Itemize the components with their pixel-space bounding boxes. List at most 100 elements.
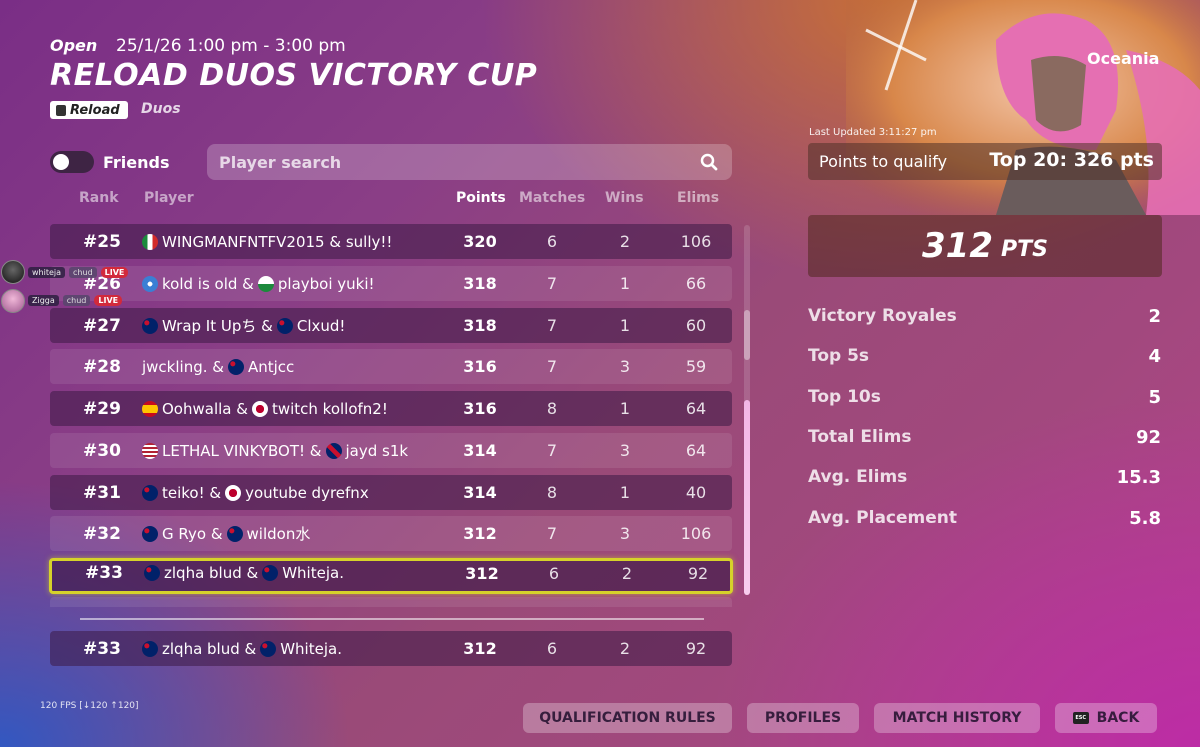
match-history-button[interactable]: MATCH HISTORY — [874, 703, 1040, 733]
rank: #25 — [83, 231, 121, 252]
elims: 92 — [685, 639, 707, 658]
pinned-player-row[interactable]: #33 zlqha blud & Whiteja. 312 6 2 92 — [50, 631, 732, 666]
rank: #30 — [83, 440, 121, 461]
event-status: Open — [50, 36, 98, 55]
live-indicator: LIVE — [100, 266, 129, 278]
table-row[interactable]: #27 Wrap It Upち & Clxud! 318 7 1 60 — [50, 308, 732, 343]
player-1-name: Wrap It Upち & — [162, 317, 273, 335]
matches: 6 — [546, 639, 558, 658]
player-names: G Ryo & wildon水 — [142, 516, 310, 551]
search-icon[interactable] — [700, 153, 718, 171]
match-history-label: MATCH HISTORY — [892, 710, 1022, 726]
live-badge: chud — [69, 266, 97, 278]
elims: 60 — [685, 316, 707, 335]
stat-value-avg-placement: 5.8 — [1129, 508, 1161, 529]
table-row[interactable]: #31 teiko! & youtube dyrefnx 314 8 1 40 — [50, 475, 732, 510]
player-search-input[interactable] — [207, 144, 732, 180]
flag-australia-icon — [227, 358, 244, 375]
friends-toggle[interactable] — [50, 151, 94, 173]
col-header-player: Player — [144, 190, 194, 206]
stat-label-top-5s: Top 5s — [808, 346, 870, 366]
matches: 6 — [548, 563, 560, 583]
event-datetime: 25/1/26 1:00 pm - 3:00 pm — [116, 36, 346, 56]
flag-australia-icon — [262, 565, 279, 581]
table-row-selected[interactable]: #33 zlqha blud & Whiteja. 312 6 2 92 — [49, 558, 733, 594]
leaderboard-scrollbar[interactable] — [744, 225, 750, 595]
qualification-rules-button[interactable]: QUALIFICATION RULES — [523, 703, 732, 733]
table-row[interactable]: #32 G Ryo & wildon水 312 7 3 106 — [50, 516, 732, 551]
stat-label-total-elims: Total Elims — [808, 427, 912, 447]
flag-australia-icon — [276, 317, 293, 334]
col-header-elims: Elims — [677, 190, 720, 206]
player-2-name: youtube dyrefnx — [245, 483, 369, 502]
matches: 7 — [546, 316, 558, 335]
rank: #27 — [83, 315, 121, 336]
qualify-label: Points to qualify — [819, 152, 948, 171]
divider — [80, 618, 704, 620]
wins: 1 — [619, 274, 631, 293]
qualification-rules-label: QUALIFICATION RULES — [539, 710, 716, 726]
flag-australia-icon — [142, 640, 158, 657]
stat-label-avg-placement: Avg. Placement — [808, 508, 958, 528]
col-header-matches: Matches — [519, 190, 586, 206]
wins: 2 — [619, 639, 631, 658]
points: 312 — [463, 524, 497, 543]
esc-key-icon: ESC — [1072, 712, 1089, 724]
stat-value-avg-elims: 15.3 — [1116, 467, 1161, 488]
wins: 2 — [619, 232, 631, 251]
player-1-name: Oohwalla & — [162, 399, 248, 418]
table-row[interactable]: #25 WINGMANFNTFV2015 & sully!! 320 6 2 106 — [50, 224, 732, 259]
table-row[interactable]: #29 Oohwalla & twitch kollofn2! 316 8 1 64 — [50, 391, 732, 426]
table-row[interactable]: #30 LETHAL VINKYBOT! & jayd s1k 314 7 3 64 — [50, 433, 732, 468]
player-2-name: jayd s1k — [345, 441, 409, 460]
player-2-name: Clxud! — [296, 316, 346, 335]
qualify-value: Top 20: 326 pts — [989, 149, 1154, 171]
points: 312 — [465, 563, 499, 583]
points: 320 — [463, 232, 497, 251]
stat-label-victory-royales: Victory Royales — [808, 306, 957, 326]
player-names: Oohwalla & twitch kollofn2! — [142, 391, 388, 426]
back-button[interactable]: ESC BACK — [1055, 703, 1157, 733]
reload-icon — [56, 104, 66, 116]
profiles-label: PROFILES — [764, 710, 842, 726]
table-row[interactable]: #26 kold is old & playboi yuki! 318 7 1 66 — [50, 266, 732, 301]
flag-australia-icon — [142, 525, 158, 542]
total-points-box: 312 PTS — [808, 215, 1162, 277]
friends-toggle-knob — [53, 154, 69, 170]
wins: 1 — [619, 316, 631, 335]
live-badge: chud — [62, 294, 91, 306]
points: 318 — [463, 316, 497, 335]
stat-value-total-elims: 92 — [1135, 427, 1161, 448]
flag-japan-icon — [225, 484, 242, 501]
flag-australia-icon — [142, 484, 158, 501]
player-names: LETHAL VINKYBOT! & jayd s1k — [142, 433, 408, 468]
scrollbar-thumb[interactable] — [744, 310, 750, 360]
table-row[interactable]: #28 jwckling. & Antjcc 316 7 3 59 — [50, 349, 732, 384]
avatar[interactable] — [1, 260, 25, 284]
matches: 7 — [546, 441, 558, 460]
points: 316 — [463, 357, 497, 376]
flag-uk-icon — [325, 442, 342, 459]
elims: 66 — [685, 274, 707, 293]
player-1-name: LETHAL VINKYBOT! & — [162, 441, 322, 460]
col-header-wins: Wins — [605, 190, 644, 206]
flag-scotland-icon — [142, 275, 158, 292]
profiles-button[interactable]: PROFILES — [747, 703, 859, 733]
player-1-name: WINGMANFNTFV2015 & sully!! — [162, 232, 393, 251]
player-1-name: zlqha blud & — [162, 639, 257, 658]
live-indicator: LIVE — [94, 294, 123, 306]
elims: 59 — [685, 357, 707, 376]
live-name: Zigga — [28, 294, 59, 306]
flag-wales-icon — [257, 275, 274, 292]
stat-value-top-10s: 5 — [1148, 387, 1161, 408]
rank: #33 — [85, 563, 123, 583]
matches: 7 — [546, 357, 558, 376]
wins: 3 — [619, 524, 631, 543]
avatar[interactable] — [1, 289, 25, 313]
elims: 64 — [685, 441, 707, 460]
mode-label: Duos — [141, 101, 181, 117]
fps-counter: 120 FPS [↓120 ↑120] — [40, 701, 139, 711]
points: 318 — [463, 274, 497, 293]
wins: 1 — [619, 399, 631, 418]
player-1-name: zlqha blud & — [164, 564, 259, 582]
